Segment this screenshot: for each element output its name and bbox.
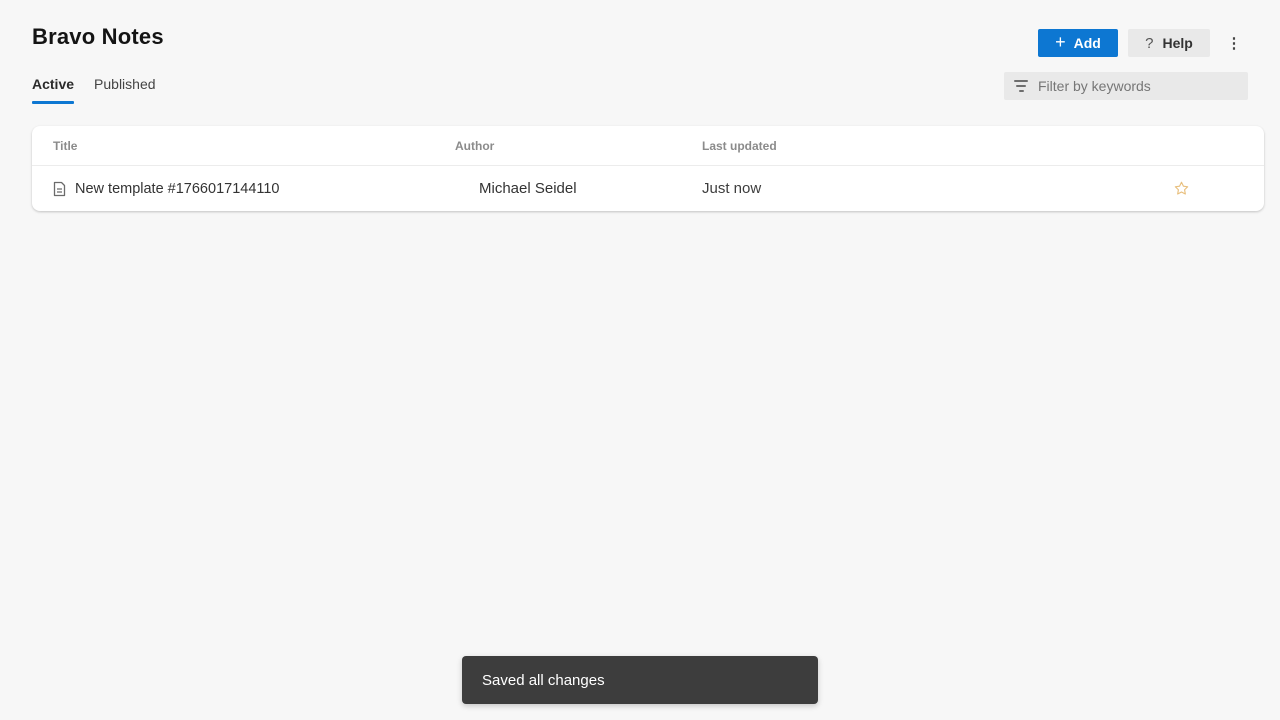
- tab-published[interactable]: Published: [94, 76, 156, 104]
- filter-input[interactable]: [1038, 72, 1248, 100]
- note-title-cell: New template #1766017144110: [53, 181, 455, 197]
- plus-icon: +: [1055, 33, 1066, 51]
- page-title: Bravo Notes: [32, 24, 164, 50]
- column-header-title: Title: [53, 139, 455, 153]
- kebab-icon: ⋮: [1227, 34, 1242, 52]
- note-author: Michael Seidel: [455, 180, 702, 197]
- tab-active[interactable]: Active: [32, 76, 74, 104]
- kebab-menu-button[interactable]: ⋮: [1220, 29, 1248, 57]
- toast-notification: Saved all changes: [462, 656, 818, 704]
- star-icon: [1173, 180, 1190, 197]
- filter-field[interactable]: [1004, 72, 1248, 100]
- add-button-label: Add: [1074, 35, 1101, 51]
- question-mark-icon: ?: [1145, 35, 1153, 52]
- note-last-updated: Just now: [702, 180, 1098, 197]
- table-row[interactable]: New template #1766017144110 Michael Seid…: [32, 166, 1264, 211]
- help-button-label: Help: [1163, 35, 1193, 51]
- toast-message: Saved all changes: [482, 672, 605, 689]
- note-title: New template #1766017144110: [75, 181, 280, 197]
- star-button[interactable]: [1171, 178, 1192, 199]
- notes-table-card: Title Author Last updated New template #…: [32, 126, 1264, 211]
- add-button[interactable]: + Add: [1038, 29, 1118, 57]
- filter-lines-icon: [1004, 80, 1038, 92]
- header-actions: + Add ? Help ⋮: [1038, 29, 1248, 57]
- column-header-last-updated: Last updated: [702, 139, 1098, 153]
- tab-bar: Active Published: [32, 76, 156, 104]
- help-button[interactable]: ? Help: [1128, 29, 1210, 57]
- column-header-author: Author: [455, 139, 702, 153]
- document-icon: [53, 181, 66, 197]
- table-header-row: Title Author Last updated: [32, 126, 1264, 166]
